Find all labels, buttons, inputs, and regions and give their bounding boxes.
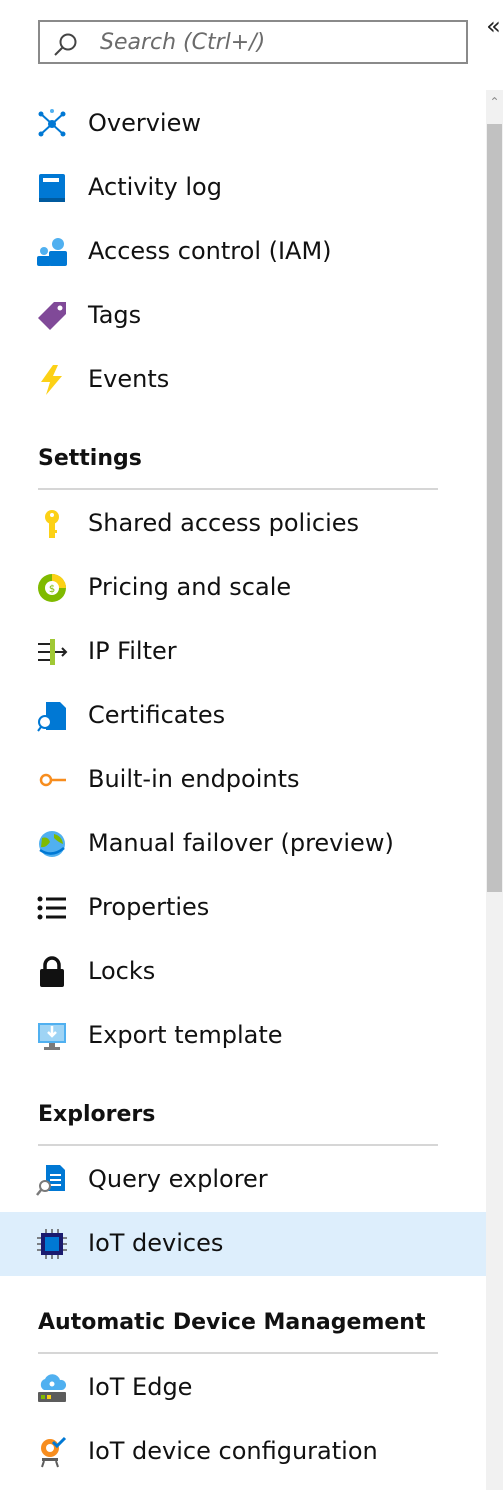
svg-text:$: $ [49, 584, 55, 595]
menu-item-tags[interactable]: Tags [0, 284, 486, 348]
ip-filter-icon [36, 636, 68, 668]
menu-item-label: Export template [88, 1021, 283, 1049]
menu-item-access-control[interactable]: Access control (IAM) [0, 220, 486, 284]
pricing-icon: $ [36, 572, 68, 604]
menu-item-label: Pricing and scale [88, 573, 292, 601]
overview-icon [36, 108, 68, 140]
menu-item-label: IoT devices [88, 1229, 224, 1257]
menu-item-pricing-and-scale[interactable]: $ Pricing and scale [0, 556, 486, 620]
menu-item-export-template[interactable]: Export template [0, 1004, 486, 1068]
scroll-thumb[interactable] [487, 124, 502, 892]
menu-item-label: Shared access policies [88, 509, 360, 537]
iot-edge-icon [36, 1372, 68, 1404]
access-control-icon [36, 236, 68, 268]
menu-item-iot-edge[interactable]: IoT Edge [0, 1356, 486, 1420]
menu-item-label: IoT Edge [88, 1373, 193, 1401]
menu-item-label: Query explorer [88, 1165, 268, 1193]
certificate-icon [36, 700, 68, 732]
device-configuration-icon [36, 1436, 68, 1468]
section-heading-settings: Settings [38, 446, 142, 471]
activity-log-icon [36, 172, 68, 204]
section-heading-explorers: Explorers [38, 1102, 156, 1127]
menu-item-activity-log[interactable]: Activity log [0, 156, 486, 220]
menu-item-label: Activity log [88, 173, 222, 201]
lock-icon [36, 956, 68, 988]
scrollbar[interactable]: ⌃ [486, 90, 503, 1490]
menu-item-locks[interactable]: Locks [0, 940, 486, 1004]
menu-item-label: Properties [88, 893, 210, 921]
menu-item-label: Events [88, 365, 170, 393]
failover-globe-icon [36, 828, 68, 860]
menu-item-built-in-endpoints[interactable]: Built-in endpoints [0, 748, 486, 812]
chip-icon [36, 1228, 68, 1260]
menu-item-certificates[interactable]: Certificates [0, 684, 486, 748]
menu-item-label: Manual failover (preview) [88, 829, 394, 857]
export-template-icon [36, 1020, 68, 1052]
menu-item-label: IP Filter [88, 637, 177, 665]
menu-item-shared-access-policies[interactable]: Shared access policies [0, 492, 486, 556]
menu-item-label: Built-in endpoints [88, 765, 300, 793]
menu-item-label: Overview [88, 109, 201, 137]
section-divider [38, 1352, 438, 1354]
menu-item-ip-filter[interactable]: IP Filter [0, 620, 486, 684]
menu-item-overview[interactable]: Overview [0, 92, 486, 156]
menu-item-properties[interactable]: Properties [0, 876, 486, 940]
tag-icon [36, 300, 68, 332]
menu-item-label: Certificates [88, 701, 226, 729]
search-input[interactable] [100, 26, 450, 58]
menu-item-label: Locks [88, 957, 156, 985]
search-icon [54, 33, 77, 56]
menu-item-query-explorer[interactable]: Query explorer [0, 1148, 486, 1212]
menu-item-manual-failover[interactable]: Manual failover (preview) [0, 812, 486, 876]
endpoint-icon [36, 764, 68, 796]
menu-item-iot-device-configuration[interactable]: IoT device configuration [0, 1420, 486, 1484]
section-heading-automatic-device-management: Automatic Device Management [38, 1310, 426, 1335]
menu-item-label: Access control (IAM) [88, 237, 332, 265]
menu-item-events[interactable]: Events [0, 348, 486, 412]
section-divider [38, 1144, 438, 1146]
menu-item-label: IoT device configuration [88, 1437, 378, 1465]
key-icon [36, 508, 68, 540]
menu-item-iot-devices[interactable]: IoT devices [0, 1212, 486, 1276]
list-icon [36, 892, 68, 924]
collapse-menu-button[interactable]: « [484, 14, 503, 40]
lightning-bolt-icon [36, 364, 68, 396]
scroll-up-arrow-icon[interactable]: ⌃ [486, 90, 503, 114]
menu-item-label: Tags [88, 301, 142, 329]
section-divider [38, 488, 438, 490]
search-box[interactable] [38, 20, 468, 64]
query-explorer-icon [36, 1164, 68, 1196]
